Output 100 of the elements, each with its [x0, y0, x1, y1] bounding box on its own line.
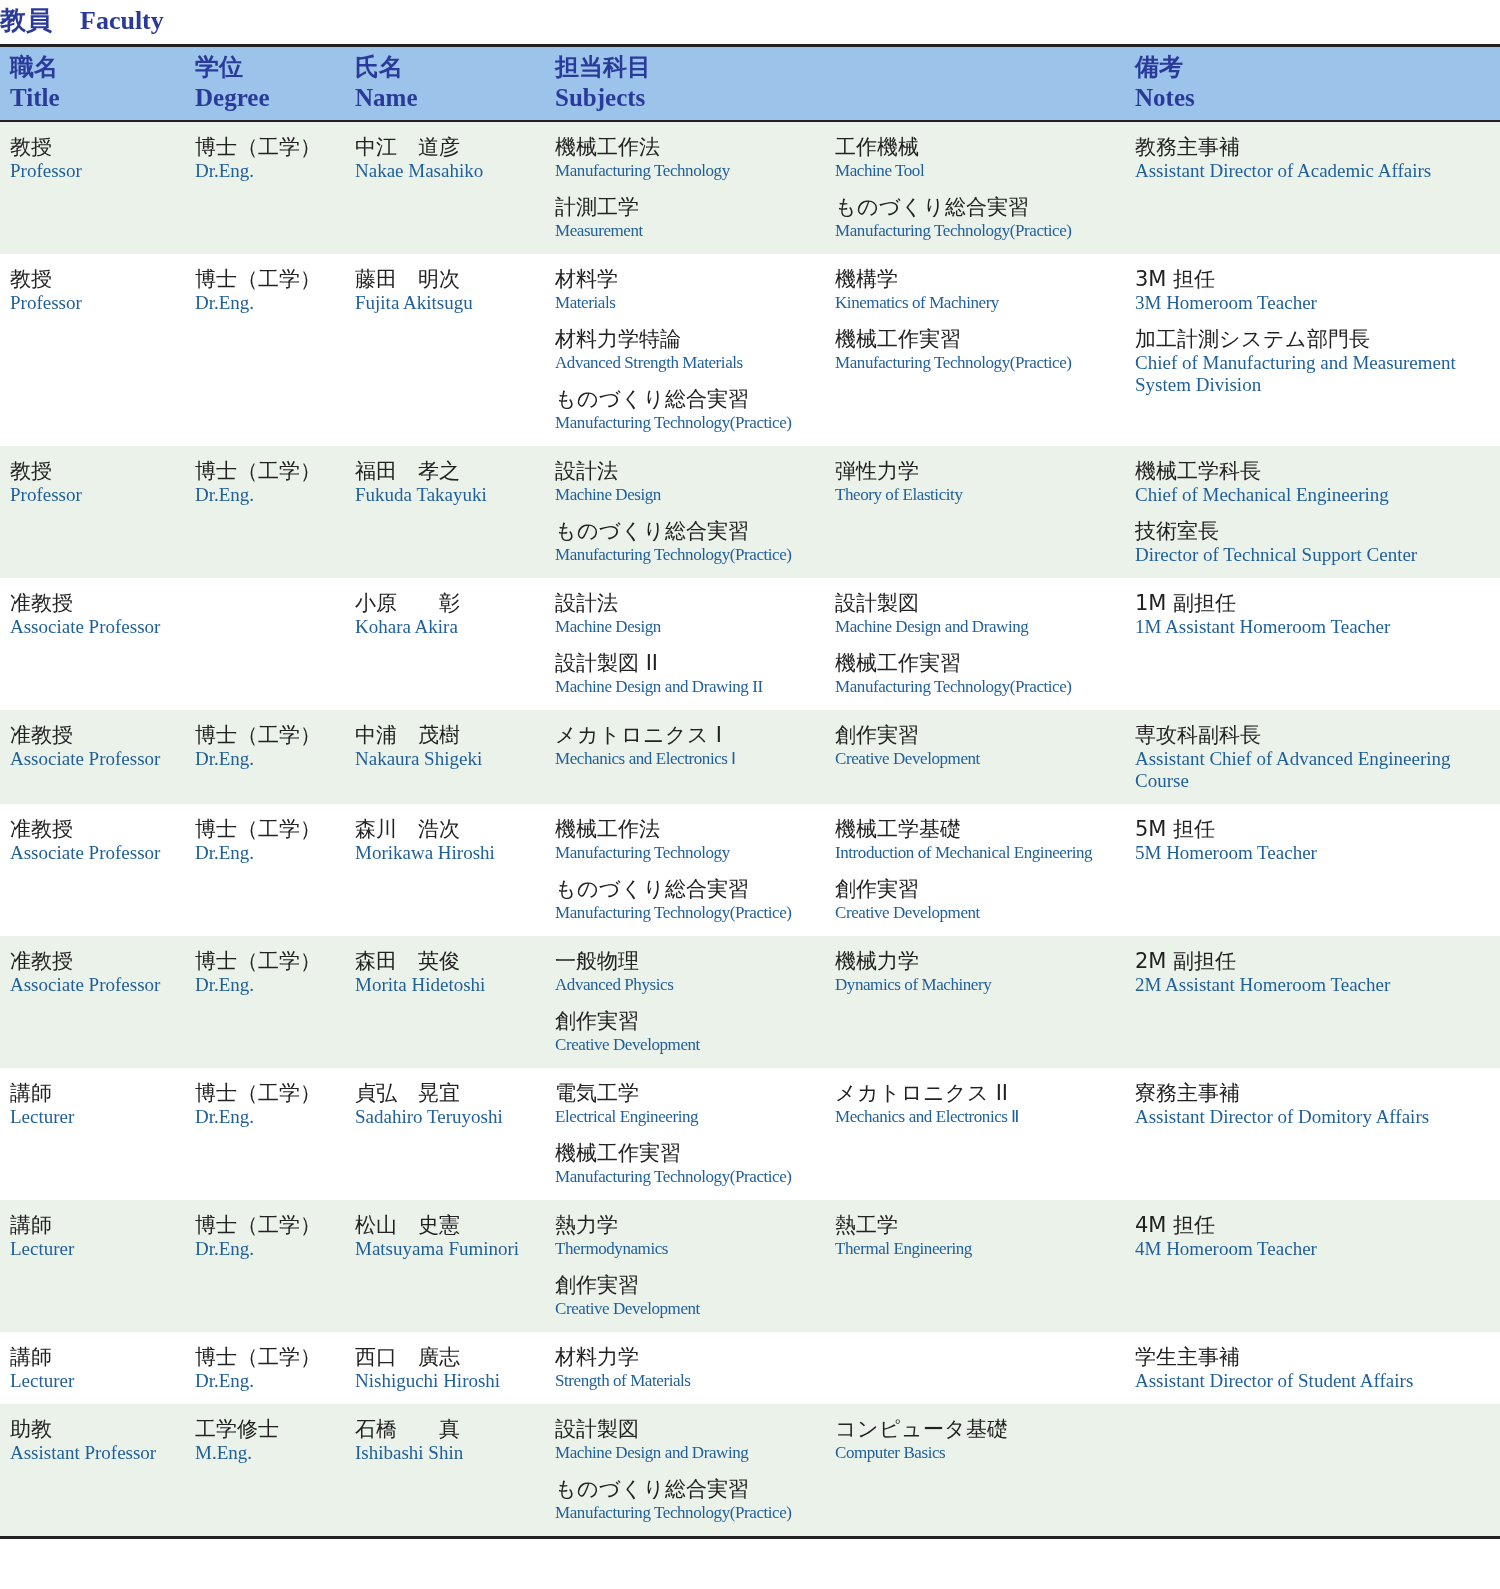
degree-english: Dr.Eng. [195, 748, 256, 770]
note-english: Assistant Director of Student Affairs [1135, 1370, 1415, 1392]
column-heading-english: Notes [1135, 83, 1196, 113]
subject-name-english: Advanced Physics [555, 974, 675, 996]
degree: 博士（工学） [195, 134, 322, 160]
subject-name-english: Thermal Engineering [835, 1238, 973, 1260]
job-title: 講師 [10, 1080, 53, 1106]
job-title-english: Associate Professor [10, 842, 162, 864]
degree-english: Dr.Eng. [195, 1370, 256, 1392]
subject-name: 弾性力学 [835, 458, 920, 484]
subject-name: 熱工学 [835, 1212, 899, 1238]
subject-name: 機械工学基礎 [835, 816, 962, 842]
note: 学生主事補 [1135, 1344, 1241, 1370]
subject-name-english: Machine Tool [835, 160, 926, 182]
person-name: 中江 道彦 [355, 134, 461, 160]
job-title: 准教授 [10, 590, 74, 616]
degree-english: Dr.Eng. [195, 842, 256, 864]
person-name-romaji: Ishibashi Shin [355, 1442, 465, 1464]
subject-name-english: Kinematics of Machinery [835, 292, 1000, 314]
note: 技術室長 [1135, 518, 1220, 544]
note: 3M 担任 [1135, 266, 1217, 292]
degree: 工学修士 [195, 1416, 280, 1442]
job-title: 准教授 [10, 722, 74, 748]
subject-name: ものづくり総合実習 [555, 876, 750, 902]
column-heading-english: Title [10, 83, 61, 113]
person-name: 松山 史憲 [355, 1212, 461, 1238]
note: 5M 担任 [1135, 816, 1217, 842]
job-title-english: Professor [10, 292, 83, 314]
job-title: 講師 [10, 1212, 53, 1238]
subject-name-english: Manufacturing Technology(Practice) [555, 1502, 793, 1524]
person-name: 森田 英俊 [355, 948, 461, 974]
degree-english: Dr.Eng. [195, 160, 256, 182]
subject-name-english: Advanced Strength Materials [555, 352, 744, 374]
subject-name-english: Mechanics and Electronics Ⅱ [835, 1106, 1020, 1128]
note: 2M 副担任 [1135, 948, 1238, 974]
subject-name: 計測工学 [555, 194, 640, 220]
person-name: 貞弘 晃宜 [355, 1080, 461, 1106]
degree: 博士（工学） [195, 458, 322, 484]
subject-name-english: Theory of Elasticity [835, 484, 964, 506]
note: 4M 担任 [1135, 1212, 1217, 1238]
subject-name-english: Machine Design [555, 484, 662, 506]
note-english: Chief of Mechanical Engineering [1135, 484, 1390, 506]
note-english: Assistant Chief of Advanced Engineering Course [1135, 748, 1452, 792]
subject-name: 創作実習 [555, 1008, 640, 1034]
subject-name: 創作実習 [835, 876, 920, 902]
column-heading: 担当科目 [555, 52, 652, 83]
subject-name: 熱力学 [555, 1212, 619, 1238]
subject-name-english: Computer Basics [835, 1442, 947, 1464]
subject-name-english: Manufacturing Technology [555, 842, 731, 864]
note: 専攻科副科長 [1135, 722, 1262, 748]
note: 寮務主事補 [1135, 1080, 1241, 1106]
person-name: 藤田 明次 [355, 266, 461, 292]
person-name: 石橋 真 [355, 1416, 461, 1442]
subject-name-english: Machine Design [555, 616, 662, 638]
job-title: 助教 [10, 1416, 53, 1442]
column-heading: 備考 [1135, 52, 1184, 83]
job-title: 准教授 [10, 948, 74, 974]
subject-name: 設計法 [555, 590, 619, 616]
person-name-romaji: Fujita Akitsugu [355, 292, 474, 314]
job-title-english: Associate Professor [10, 616, 162, 638]
person-name-romaji: Kohara Akira [355, 616, 459, 638]
job-title: 教授 [10, 134, 53, 160]
subject-name: 機械工作法 [555, 816, 661, 842]
subject-name-english: Creative Development [835, 902, 981, 924]
subject-name-english: Electrical Engineering [555, 1106, 700, 1128]
column-heading-english: Subjects [555, 83, 647, 113]
degree: 博士（工学） [195, 948, 322, 974]
subject-name-english: Manufacturing Technology(Practice) [555, 412, 793, 434]
column-heading: 氏名 [355, 52, 404, 83]
subject-name: 工作機械 [835, 134, 920, 160]
subject-name-english: Manufacturing Technology(Practice) [555, 544, 793, 566]
subject-name: 設計製図 [835, 590, 920, 616]
job-title: 教授 [10, 266, 53, 292]
degree: 博士（工学） [195, 266, 322, 292]
subject-name: 材料学 [555, 266, 619, 292]
subject-name: メカトロニクス II [835, 1080, 1010, 1106]
subject-name: ものづくり総合実習 [555, 386, 750, 412]
subject-name-english: Manufacturing Technology(Practice) [835, 352, 1073, 374]
person-name-romaji: Sadahiro Teruyoshi [355, 1106, 504, 1128]
person-name-romaji: Morikawa Hiroshi [355, 842, 496, 864]
subject-name: 一般物理 [555, 948, 640, 974]
subject-name-english: Creative Development [835, 748, 981, 770]
subject-name: 設計製図 [555, 1416, 640, 1442]
person-name: 小原 彰 [355, 590, 461, 616]
subject-name: 設計法 [555, 458, 619, 484]
job-title-english: Professor [10, 160, 83, 182]
job-title-english: Associate Professor [10, 974, 162, 996]
degree-english: Dr.Eng. [195, 1238, 256, 1260]
job-title: 教授 [10, 458, 53, 484]
degree: 博士（工学） [195, 816, 322, 842]
subject-name-english: Introduction of Mechanical Engineering [835, 842, 1094, 864]
column-heading-english: Degree [195, 83, 271, 113]
note: 教務主事補 [1135, 134, 1241, 160]
column-heading: 学位 [195, 52, 244, 83]
note-english: 4M Homeroom Teacher [1135, 1238, 1318, 1260]
subject-name-english: Machine Design and Drawing [835, 616, 1030, 638]
subject-name: 創作実習 [835, 722, 920, 748]
degree-english: M.Eng. [195, 1442, 253, 1464]
note-english: 1M Assistant Homeroom Teacher [1135, 616, 1392, 638]
page-heading: 教員 [0, 4, 52, 37]
